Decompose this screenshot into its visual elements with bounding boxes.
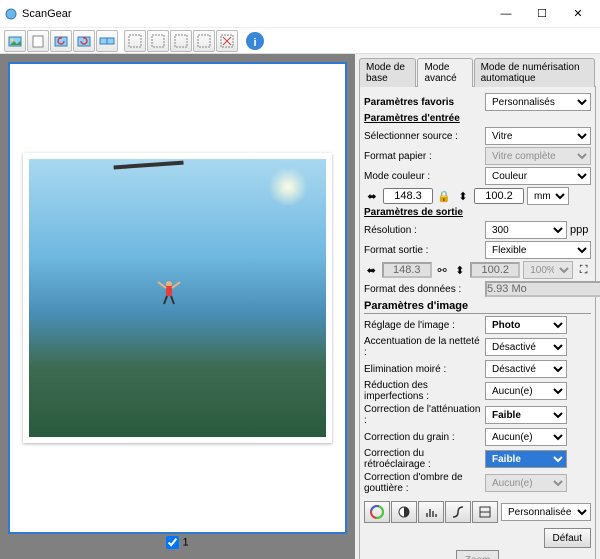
out-pct: 100% <box>523 261 573 279</box>
preview-number: 1 <box>182 536 188 548</box>
crop-clear-button[interactable] <box>216 30 238 52</box>
input-section: Paramètres d'entrée <box>364 113 591 125</box>
output-section: Paramètres de sortie <box>364 207 591 219</box>
grain-label: Correction du grain : <box>364 432 482 443</box>
close-window-button[interactable]: ✕ <box>560 2 596 26</box>
image-section: Paramètres d'image <box>364 300 591 314</box>
dust-label: Réduction des imperfections : <box>364 380 482 402</box>
tab-advanced[interactable]: Mode avancé <box>417 58 472 87</box>
paper-select: Vitre complète <box>485 147 591 165</box>
fade-select[interactable]: Faible <box>485 406 567 424</box>
lock-icon[interactable]: 🔒 <box>436 188 452 204</box>
brightness-button[interactable] <box>391 501 417 523</box>
fade-label: Correction de l'atténuation : <box>364 404 482 426</box>
titlebar: ScanGear — ☐ ✕ <box>0 0 600 28</box>
color-preset-select[interactable]: Personnalisée <box>501 503 591 521</box>
moire-label: Elimination moiré : <box>364 364 482 375</box>
app-icon <box>4 7 18 21</box>
thumb-single-button[interactable] <box>4 30 26 52</box>
default-button[interactable]: Défaut <box>544 528 591 548</box>
color-wheel-button[interactable] <box>364 501 390 523</box>
preview-photo <box>23 153 331 443</box>
preview-checkbox-row: 1 <box>8 534 347 551</box>
paper-label: Format papier : <box>364 151 482 162</box>
colormode-label: Mode couleur : <box>364 171 482 182</box>
thumb-rotate-right-button[interactable] <box>73 30 95 52</box>
maximize-button[interactable]: ☐ <box>524 2 560 26</box>
minimize-button[interactable]: — <box>488 2 524 26</box>
outformat-label: Format sortie : <box>364 245 482 256</box>
thumb-rotate-left-button[interactable] <box>50 30 72 52</box>
thumb-blank-button[interactable] <box>27 30 49 52</box>
input-unit[interactable]: mm <box>527 187 569 205</box>
source-select[interactable]: Vitre <box>485 127 591 145</box>
tab-base[interactable]: Mode de base <box>359 58 416 87</box>
favorites-label: Paramètres favoris <box>364 97 482 108</box>
crop-bl-button[interactable] <box>170 30 192 52</box>
input-width[interactable] <box>383 188 433 204</box>
height-icon: ⬍ <box>455 188 471 204</box>
outformat-select[interactable]: Flexible <box>485 241 591 259</box>
moire-select[interactable]: Désactivé <box>485 360 567 378</box>
adjust-select[interactable]: Photo <box>485 316 567 334</box>
colormode-select[interactable]: Couleur <box>485 167 591 185</box>
out-width <box>382 262 432 278</box>
preview-checkbox[interactable] <box>166 536 179 549</box>
zoom-button: Zoom <box>456 550 500 559</box>
preview-pane: 1 <box>0 54 355 559</box>
tab-auto[interactable]: Mode de numérisation automatique <box>474 58 595 87</box>
dust-select[interactable]: Aucun(e) <box>485 382 567 400</box>
info-button[interactable]: i <box>244 30 266 52</box>
sharpen-label: Accentuation de la netteté : <box>364 336 482 358</box>
sharpen-select[interactable]: Désactivé <box>485 338 567 356</box>
curve-button[interactable] <box>445 501 471 523</box>
scale-icon[interactable]: ⛶ <box>576 262 591 278</box>
grain-select[interactable]: Aucun(e) <box>485 428 567 446</box>
backlight-label: Correction du rétroéclairage : <box>364 448 482 470</box>
crop-tl-button[interactable] <box>124 30 146 52</box>
link-icon: ⚯ <box>435 262 450 278</box>
resolution-select[interactable]: 300 <box>485 221 567 239</box>
source-label: Sélectionner source : <box>364 131 482 142</box>
gutter-label: Correction d'ombre de gouttière : <box>364 472 482 494</box>
favorites-select[interactable]: Personnalisés <box>485 93 591 111</box>
datasize-label: Format des données : <box>364 284 482 295</box>
width-icon: ⬌ <box>364 188 380 204</box>
window-title: ScanGear <box>18 8 488 20</box>
threshold-button[interactable] <box>472 501 498 523</box>
gutter-select: Aucun(e) <box>485 474 567 492</box>
out-width-icon: ⬌ <box>364 262 379 278</box>
toolbar: i <box>0 28 600 54</box>
resolution-label: Résolution : <box>364 225 482 236</box>
backlight-select[interactable]: Faible <box>485 450 567 468</box>
settings-panel: Mode de base Mode avancé Mode de numéris… <box>355 54 600 559</box>
thumb-multi-button[interactable] <box>96 30 118 52</box>
out-height <box>470 262 520 278</box>
input-height[interactable] <box>474 188 524 204</box>
resolution-unit: ppp <box>570 224 588 236</box>
svg-text:i: i <box>253 37 256 49</box>
out-height-icon: ⬍ <box>453 262 468 278</box>
crop-tr-button[interactable] <box>147 30 169 52</box>
adjust-label: Réglage de l'image : <box>364 320 482 331</box>
histogram-button[interactable] <box>418 501 444 523</box>
preview-image-frame[interactable] <box>8 62 347 534</box>
crop-br-button[interactable] <box>193 30 215 52</box>
datasize-value <box>485 281 600 297</box>
